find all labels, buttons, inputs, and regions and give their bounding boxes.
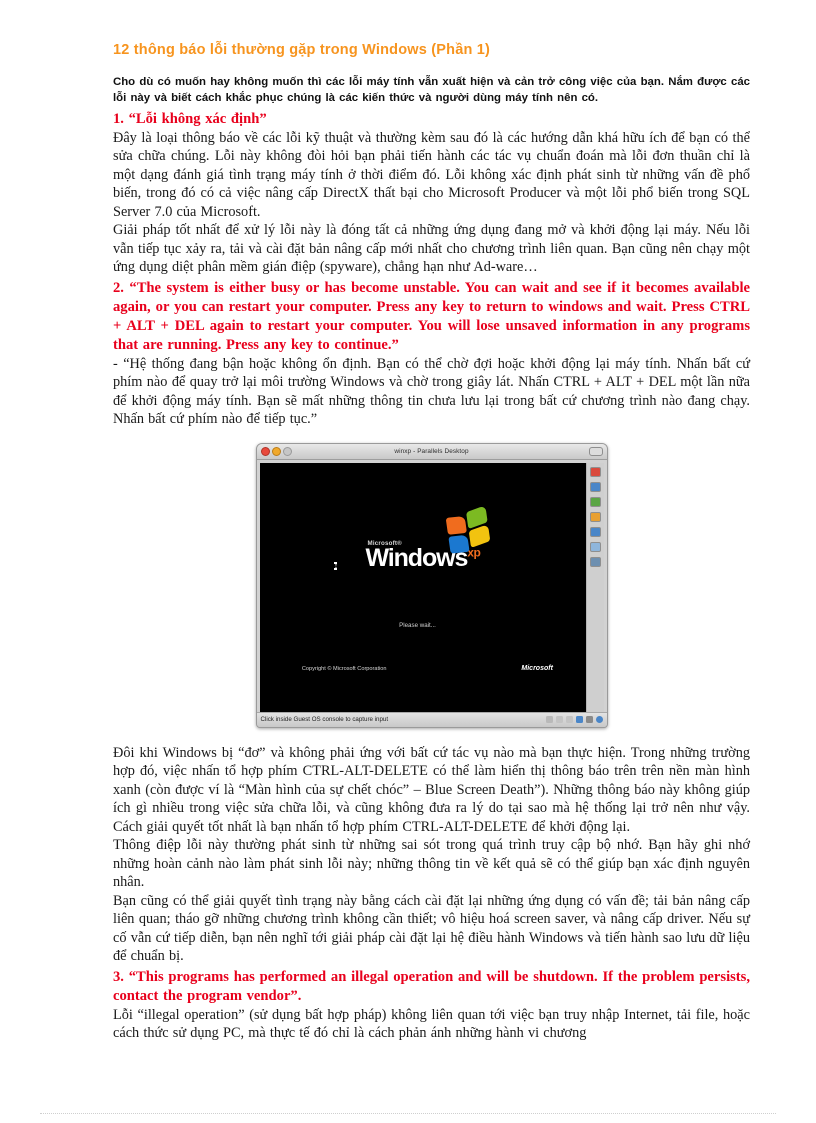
network-tool-icon[interactable]	[589, 481, 601, 492]
post-image-paragraph-3: Bạn cũng có thể giải quyết tình trạng nà…	[113, 892, 750, 965]
section-3-paragraph-1: Lỗi “illegal operation” (sử dụng bất hợp…	[113, 1006, 750, 1042]
window-titlebar: winxp - Parallels Desktop	[256, 443, 607, 460]
section-heading-2: 2. “The system is either busy or has bec…	[113, 279, 750, 353]
embedded-screenshot-figure: winxp - Parallels Desktop Microsoft® Win…	[113, 442, 750, 728]
copyright-text: Copyright © Microsoft Corporation	[301, 665, 387, 672]
help-status-icon[interactable]	[595, 716, 603, 724]
hard-disk-status-icon[interactable]	[545, 716, 553, 724]
shared-folder-tool-icon[interactable]	[589, 526, 601, 537]
section-1-paragraph-2: Giải pháp tốt nhất để xử lý lỗi này là đ…	[113, 222, 750, 276]
play-tool-icon[interactable]	[589, 496, 601, 507]
window-body: Microsoft® Windowsxp Please wait... Copy…	[256, 459, 607, 712]
usb-tool-icon[interactable]	[589, 511, 601, 522]
lead-paragraph: Cho dù có muốn hay không muốn thì các lỗ…	[113, 76, 750, 105]
please-wait-text: Please wait...	[399, 622, 436, 630]
statusbar-icon-group	[545, 716, 603, 724]
post-image-paragraph-2: Thông điệp lỗi này thường phát sinh từ n…	[113, 837, 750, 891]
network-status-icon[interactable]	[575, 716, 583, 724]
section-heading-1: 1. “Lỗi không xác định”	[113, 110, 267, 127]
microsoft-watermark: Microsoft	[521, 664, 553, 672]
section-1-paragraph-1: Đây là loại thông báo về các lỗi kỹ thuậ…	[113, 129, 750, 220]
windows-xp-logo: Microsoft® Windowsxp	[354, 505, 504, 571]
windows-wordmark: Windowsxp	[366, 545, 504, 571]
sound-status-icon[interactable]	[585, 716, 593, 724]
vm-tools-sidebar	[585, 462, 604, 712]
cdrom-status-icon[interactable]	[555, 716, 563, 724]
window-title: winxp - Parallels Desktop	[394, 447, 469, 455]
power-off-tool-icon[interactable]	[589, 466, 601, 477]
post-image-paragraph-1: Đôi khi Windows bị “đơ” và không phải ứn…	[113, 744, 750, 835]
section-heading-3: 3. “This programs has performed an illeg…	[113, 968, 750, 1004]
floppy-status-icon[interactable]	[565, 716, 573, 724]
window-statusbar: Click inside Guest OS console to capture…	[256, 711, 607, 727]
document-page: 12 thông báo lỗi thường gặp trong Window…	[0, 0, 816, 1123]
guest-os-screen[interactable]: Microsoft® Windowsxp Please wait... Copy…	[259, 462, 586, 712]
page-bottom-divider	[40, 1113, 776, 1114]
section-2-paragraph-1: - “Hệ thống đang bận hoặc không ổn định.…	[113, 355, 750, 428]
page-title: 12 thông báo lỗi thường gặp trong Window…	[113, 42, 491, 58]
display-tool-icon[interactable]	[589, 541, 601, 552]
statusbar-text: Click inside Guest OS console to capture…	[260, 716, 389, 724]
parallels-desktop-window: winxp - Parallels Desktop Microsoft® Win…	[255, 442, 608, 728]
settings-tool-icon[interactable]	[589, 556, 601, 567]
hourglass-cursor-icon	[334, 562, 338, 571]
